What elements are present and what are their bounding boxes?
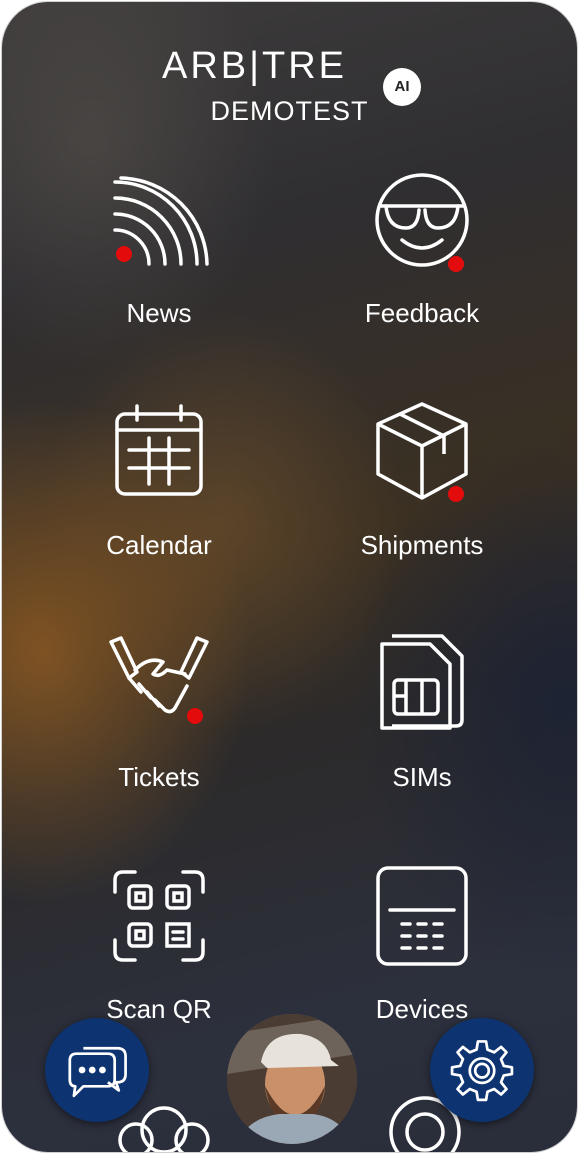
user-avatar[interactable]: [227, 1014, 357, 1144]
tile-label: Tickets: [118, 762, 200, 792]
chat-bubbles-icon: [68, 1046, 127, 1098]
calendar-icon: [115, 404, 203, 496]
notification-dot: [448, 256, 464, 272]
tile-tickets[interactable]: Tickets: [59, 634, 259, 824]
tile-news[interactable]: News: [59, 170, 259, 360]
notification-dot: [116, 246, 132, 262]
gear-icon: [450, 1040, 514, 1102]
tile-label: Shipments: [360, 530, 484, 560]
phone-screen: ARB|TRE AI DEMOTEST News Feedback Calend…: [2, 2, 577, 1152]
notification-dot: [187, 708, 203, 724]
tile-label: News: [126, 298, 192, 328]
notification-dot: [448, 486, 464, 502]
tile-shipments[interactable]: Shipments: [322, 402, 522, 592]
tile-label: Calendar: [106, 530, 212, 560]
device-keypad-icon: [376, 866, 468, 966]
sim-card-icon: [380, 634, 464, 730]
qr-scan-icon: [113, 870, 205, 962]
chat-button[interactable]: [45, 1018, 149, 1122]
tile-label: Feedback: [364, 298, 480, 328]
tile-feedback[interactable]: Feedback: [322, 170, 522, 360]
tenant-name: DEMOTEST: [210, 96, 369, 126]
tile-calendar[interactable]: Calendar: [59, 402, 259, 592]
avatar-photo: [227, 1014, 357, 1144]
tile-sims[interactable]: SIMs: [322, 634, 522, 824]
sunglasses-smiley-icon: [375, 173, 469, 267]
brand-logo: ARB|TRE: [162, 45, 348, 87]
tile-label: SIMs: [392, 762, 452, 792]
settings-button[interactable]: [430, 1018, 534, 1122]
